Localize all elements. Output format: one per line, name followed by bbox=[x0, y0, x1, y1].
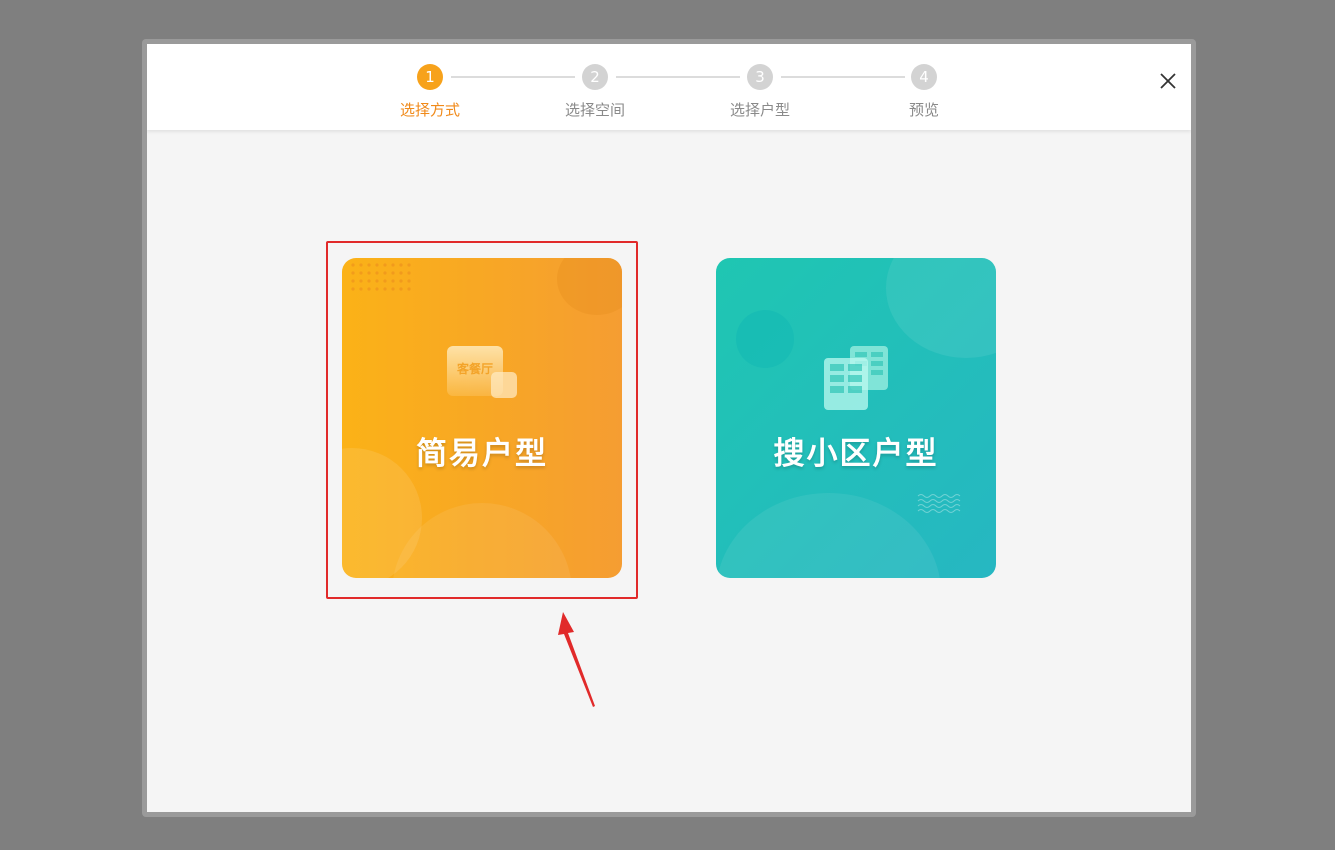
step-2-indicator: 2 bbox=[582, 64, 608, 90]
step-1-indicator: 1 bbox=[417, 64, 443, 90]
decor-circle bbox=[716, 493, 941, 578]
step-3-label: 选择户型 bbox=[729, 101, 790, 119]
annotation-arrow-icon bbox=[558, 612, 595, 707]
buildings-icon bbox=[824, 346, 888, 410]
step-2-label: 选择空间 bbox=[564, 101, 625, 119]
step-1-label: 选择方式 bbox=[399, 101, 460, 119]
step-3-indicator: 3 bbox=[747, 64, 773, 90]
step-4-indicator: 4 bbox=[911, 64, 937, 90]
community-floorplan-title: 搜小区户型 bbox=[773, 436, 939, 472]
step-connector bbox=[781, 76, 905, 78]
decor-circle bbox=[736, 310, 794, 368]
steps-header: 1 选择方式 2 选择空间 3 选择户型 4 预览 bbox=[147, 44, 1191, 130]
close-button[interactable] bbox=[1157, 70, 1179, 92]
annotation-highlight-box bbox=[326, 241, 638, 599]
step-connector bbox=[616, 76, 740, 78]
step-4-label: 预览 bbox=[908, 101, 939, 119]
create-floorplan-dialog: 1 选择方式 2 选择空间 3 选择户型 4 预览 客餐厅 简易户型 搜小区户型 bbox=[147, 44, 1191, 812]
community-floorplan-card[interactable]: 搜小区户型 bbox=[716, 258, 996, 578]
decor-circle bbox=[886, 258, 996, 358]
step-connector bbox=[451, 76, 575, 78]
wave-pattern-decor bbox=[917, 494, 961, 513]
close-icon bbox=[1160, 73, 1176, 89]
